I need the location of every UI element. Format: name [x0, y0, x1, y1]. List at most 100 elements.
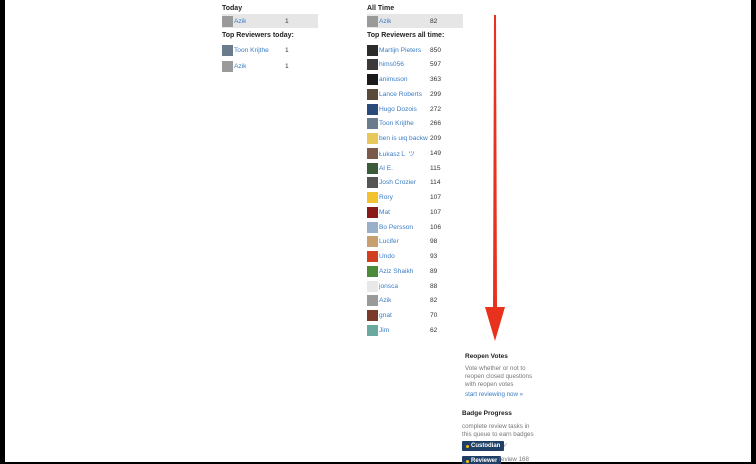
reviewer-name-link[interactable]: ŁukaszＬ ツ — [379, 148, 415, 158]
reviewer-name-link[interactable]: ben is uᴉq backwards — [379, 135, 428, 142]
reviewer-count: 98 — [430, 238, 438, 246]
reviewer-count: 363 — [430, 76, 442, 83]
reviewer-count: 62 — [430, 326, 438, 334]
avatar[interactable] — [367, 103, 378, 115]
avatar — [367, 15, 378, 27]
reviewer-name-link[interactable]: Bo Persson — [379, 224, 413, 231]
reviewer-row: Undo 93 — [367, 250, 463, 264]
avatar[interactable] — [367, 206, 378, 218]
reviewer-count: 209 — [430, 135, 442, 142]
reviewer-row: Toon Krijthe 1 — [222, 43, 318, 57]
reviewer-name-link[interactable]: Jim — [379, 327, 389, 334]
reviewer-count: 149 — [430, 149, 442, 157]
reviewer-count: 850 — [430, 46, 442, 54]
reviewer-name-link[interactable]: Josh Crozier — [379, 179, 416, 186]
reviewer-count: 89 — [430, 267, 438, 275]
avatar[interactable] — [222, 44, 233, 56]
red-arrow-annotation — [485, 15, 505, 341]
badge-progress-description-line2: this queue to earn badges — [462, 431, 534, 438]
avatar[interactable] — [367, 118, 378, 130]
avatar[interactable] — [367, 295, 378, 307]
avatar[interactable] — [367, 147, 378, 159]
avatar[interactable] — [367, 265, 378, 277]
start-reviewing-link[interactable]: start reviewing now » — [465, 391, 523, 398]
reviewer-name-link[interactable]: Azik — [379, 297, 391, 304]
reopen-votes-description-line2: reopen closed questions — [465, 373, 533, 380]
today-title: Today — [222, 5, 243, 12]
top-reviewers-today-title: Top Reviewers today: — [222, 32, 294, 39]
reviewer-count: 107 — [430, 208, 442, 216]
reviewer-row: hims056 597 — [367, 58, 463, 72]
reviewer-count: 107 — [430, 194, 442, 201]
reviewer-count: 1 — [285, 46, 289, 54]
bronze-badge-icon — [466, 444, 469, 448]
custodian-check-icon: ✓ — [503, 442, 509, 449]
reviewer-row: Lucifer 98 — [367, 235, 463, 249]
reviewer-row: ŁukaszＬ ツ 149 — [367, 146, 463, 160]
reviewer-count: 93 — [430, 253, 438, 260]
reviewer-count: 88 — [430, 282, 438, 290]
reviewer-name-link[interactable]: Mat — [379, 209, 390, 216]
reviewer-name-link[interactable]: Azik — [234, 63, 246, 70]
reviewer-row: Rory 107 — [367, 191, 463, 205]
reviewer-name-link[interactable]: Martijn Pieters — [379, 47, 421, 54]
avatar[interactable] — [367, 88, 378, 100]
reviewer-count: 266 — [430, 120, 442, 128]
avatar[interactable] — [367, 192, 378, 203]
reviewer-name-link[interactable]: Aziz Shaikh — [379, 268, 413, 275]
reviewer-name-link[interactable]: Rory — [379, 194, 393, 201]
reviewer-name-link[interactable]: Undo — [379, 253, 395, 260]
avatar[interactable] — [367, 133, 378, 144]
reviewer-row: Jim 62 — [367, 323, 463, 337]
avatar[interactable] — [367, 221, 378, 233]
reviewer-row: Hugo Dozois 272 — [367, 102, 463, 116]
avatar[interactable] — [367, 251, 378, 262]
reviewer-name-link[interactable]: Lucifer — [379, 238, 399, 245]
avatar[interactable] — [367, 236, 378, 248]
reviewer-count: 272 — [430, 105, 442, 113]
reviewer-count: 115 — [430, 164, 441, 172]
reviewer-name-link[interactable]: Toon Krijthe — [379, 120, 414, 127]
avatar[interactable] — [367, 162, 378, 174]
reviewer-count: 597 — [430, 61, 442, 69]
avatar[interactable] — [367, 59, 378, 71]
reopen-votes-title: Reopen Votes — [465, 353, 508, 360]
avatar[interactable] — [367, 280, 378, 292]
reviewer-name-link[interactable]: jonsca — [379, 283, 398, 290]
reviewer-row: Martijn Pieters 850 — [367, 43, 463, 57]
reviewer-row: Aziz Shaikh 89 — [367, 264, 463, 278]
reviewer-badge-progress: review 168 — [499, 456, 529, 463]
alltime-user-link[interactable]: Azik — [379, 18, 391, 25]
reviewer-name-link[interactable]: hims056 — [379, 61, 404, 68]
reviewer-row: animuson 363 — [367, 73, 463, 87]
reviewer-row: Al E. 115 — [367, 161, 463, 175]
reviewer-name-link[interactable]: Al E. — [379, 165, 393, 172]
reviewer-count: 1 — [285, 62, 289, 70]
reviewer-name-link[interactable]: Toon Krijthe — [234, 47, 269, 54]
reviewer-name-link[interactable]: Hugo Dozois — [379, 106, 417, 113]
badge-progress-description-line1: complete review tasks in — [462, 423, 530, 430]
avatar[interactable] — [367, 177, 378, 189]
reviewer-count: 114 — [430, 179, 441, 187]
reviewer-row: Bo Persson 106 — [367, 220, 463, 234]
reopen-votes-description-line3: with reopen votes — [465, 381, 514, 388]
badge-progress-title: Badge Progress — [462, 410, 512, 417]
reopen-votes-description-line1: Vote whether or not to — [465, 365, 526, 372]
today-user-link[interactable]: Azik — [234, 18, 246, 25]
reviewer-name-link[interactable]: gnat — [379, 312, 392, 319]
reviewer-row: Mat 107 — [367, 205, 463, 219]
avatar[interactable] — [367, 44, 378, 56]
reviewer-badge[interactable]: Reviewer — [462, 456, 502, 464]
avatar[interactable] — [222, 60, 233, 72]
alltime-user-count: 82 — [430, 17, 438, 25]
reviewer-row: jonsca 88 — [367, 279, 463, 293]
avatar[interactable] — [367, 310, 378, 321]
avatar[interactable] — [367, 324, 378, 336]
reviewer-row: Josh Crozier 114 — [367, 176, 463, 190]
avatar[interactable] — [367, 74, 378, 85]
reviewer-name-link[interactable]: Lance Roberts — [379, 91, 422, 98]
reviewer-row: Azik 82 — [367, 294, 463, 308]
reviewer-row: Azik 1 — [222, 59, 318, 73]
custodian-badge[interactable]: Custodian — [462, 441, 505, 451]
reviewer-name-link[interactable]: animuson — [379, 76, 408, 83]
